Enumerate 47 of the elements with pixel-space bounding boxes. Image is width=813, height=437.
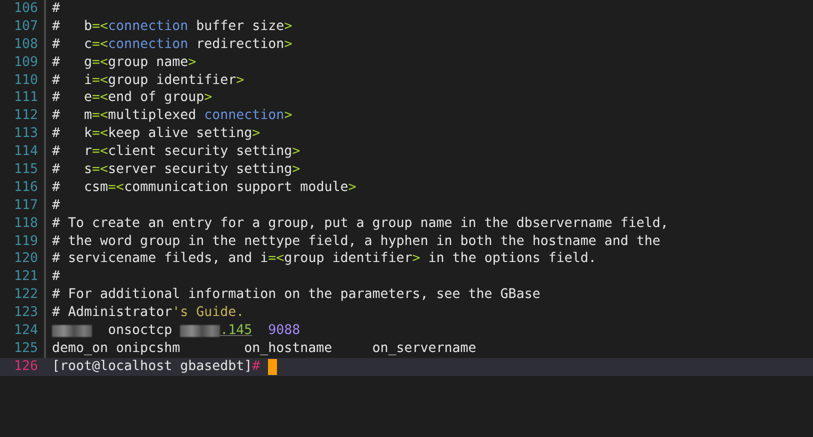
line-number: 108: [12, 36, 38, 54]
redacted-block: [52, 324, 92, 337]
code-line: # i=<group identifier>: [52, 72, 244, 90]
line-number: 119: [12, 232, 38, 250]
code-text: onsoctcp: [107, 322, 174, 340]
code-line: # g=<group name>: [52, 54, 196, 72]
line-number: 125: [12, 340, 38, 358]
code-line: # c=<connection redirection>: [52, 36, 292, 54]
code-text: [root@localhost gbasedbt]: [52, 358, 252, 376]
code-text: .145: [220, 322, 252, 340]
code-line: # s=<server security setting>: [52, 161, 300, 179]
line-number: 118: [12, 214, 38, 233]
code-line: # servicename fileds, and i=<group identifier> in the options field.: [52, 250, 596, 268]
line-number: 120: [12, 250, 38, 268]
code-line: # csm=<communication support module>: [52, 178, 356, 197]
code-line: # k=<keep alive setting>: [52, 125, 260, 144]
line-number: 114: [12, 143, 38, 162]
redacted-block: [180, 324, 220, 337]
code-line: # To create an entry for a group, put a group name in the dbservername field,: [52, 214, 668, 233]
code-line: demo_on onipcshm on_hostname on_servername: [52, 340, 476, 358]
code-line: #: [52, 268, 60, 286]
code-line: #: [52, 0, 60, 18]
line-number: 115: [12, 161, 38, 179]
line-number: 117: [12, 196, 38, 215]
line-number: 126: [12, 358, 38, 376]
line-number: 113: [12, 125, 38, 144]
line-number: 111: [12, 89, 38, 108]
line-number: 121: [12, 268, 38, 286]
code-line: # e=<end of group>: [52, 89, 212, 108]
line-number: 109: [12, 54, 38, 72]
code-line: # b=<connection buffer size>: [52, 18, 292, 36]
code-text: #: [252, 358, 260, 376]
line-number: 124: [12, 322, 38, 340]
code-line: #: [52, 196, 60, 215]
code-line: # the word group in the nettype field, a hyphen in both the hostname and the: [52, 232, 660, 250]
code-line: # m=<multiplexed connection>: [52, 107, 292, 126]
code-text: 9088: [268, 322, 300, 340]
code-line: # r=<client security setting>: [52, 143, 300, 162]
line-number: 112: [12, 107, 38, 126]
line-number: 107: [12, 18, 38, 36]
line-number: 106: [12, 0, 38, 18]
line-number: 116: [12, 178, 38, 197]
line-number: 123: [12, 304, 38, 322]
code-line: # Administrator's Guide.: [52, 304, 244, 322]
code-line: # For additional information on the parameters, see the GBase: [52, 286, 540, 304]
line-number: 122: [12, 286, 38, 304]
line-number: 110: [12, 72, 38, 90]
